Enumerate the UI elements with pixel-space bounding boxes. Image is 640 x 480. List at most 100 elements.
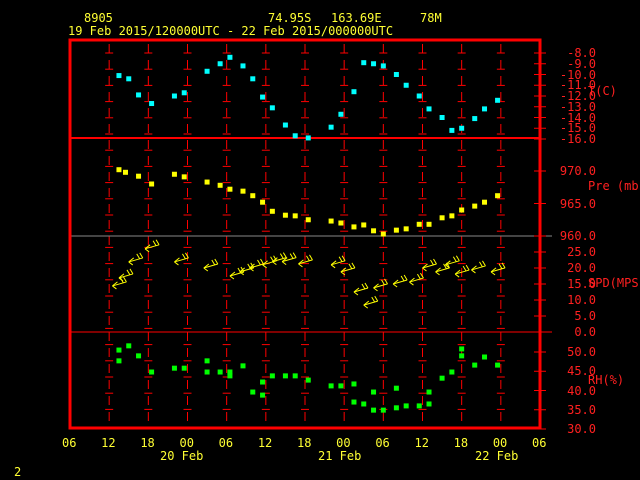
wind-arrow (262, 255, 277, 269)
wind-arrow (392, 274, 408, 288)
x-tick-label: 00 (492, 436, 508, 450)
x-tick-label: 12 (101, 436, 116, 450)
temperature-point (171, 93, 177, 99)
humidity-point (371, 389, 377, 395)
humidity-point (393, 385, 399, 391)
humidity-point (393, 405, 399, 411)
humidity-point (260, 379, 266, 385)
temperature-point (459, 125, 465, 131)
humidity-point (282, 373, 288, 379)
pressure-point (217, 182, 223, 188)
y-tick-label: 35.0 (567, 402, 596, 417)
wind-arrow (128, 252, 144, 266)
y-tick-label: 25.0 (567, 245, 596, 259)
temperature-point (240, 63, 246, 69)
wind-arrow (144, 239, 160, 253)
pressure-point (240, 188, 246, 194)
pressure-point (149, 181, 155, 187)
wind-arrow (490, 262, 506, 276)
pressure-point (351, 224, 357, 230)
humidity-point (371, 407, 377, 413)
pressure-point (472, 203, 478, 209)
wind-arrow (409, 272, 424, 286)
wind-arrow (373, 278, 388, 292)
pressure-point (380, 231, 386, 237)
temperature-point (495, 97, 501, 103)
humidity-point (426, 389, 432, 395)
pressure-point (495, 193, 501, 199)
x-tick-label: 18 (297, 436, 312, 450)
pressure-point (439, 215, 445, 221)
pressure-point (426, 221, 432, 227)
wind-arrow (445, 255, 460, 269)
humidity-point (380, 407, 386, 413)
pressure-point (361, 222, 367, 228)
humidity-point (472, 362, 478, 368)
humidity-point (292, 373, 298, 379)
temperature-point (136, 92, 142, 98)
humidity-point (403, 403, 409, 409)
temperature-point (371, 61, 377, 67)
temperature-point (269, 105, 275, 111)
pressure-point (403, 226, 409, 232)
temperature-point (338, 111, 344, 117)
temperature-point (227, 54, 233, 60)
temperature-point (181, 90, 187, 96)
pressure-point (116, 167, 122, 173)
temperature-point (361, 60, 367, 66)
wind-arrow (118, 268, 134, 282)
x-tick-label: 06 (532, 436, 547, 450)
y-tick-label: 5.0 (574, 309, 596, 323)
wind-arrow (422, 258, 437, 272)
temperature-point (449, 127, 455, 133)
y-tick-label: 0.0 (574, 325, 596, 339)
humidity-point (204, 358, 210, 364)
humidity-point (217, 369, 223, 375)
humidity-point (328, 383, 334, 389)
humidity-point (204, 369, 210, 375)
x-day-label: 20 Feb (160, 449, 204, 463)
y-tick-label: 50.0 (567, 345, 596, 359)
wind-arrow (330, 255, 346, 269)
humidity-point (149, 369, 155, 375)
pressure-point (250, 193, 256, 199)
humidity-point (240, 363, 246, 369)
humidity-point (361, 401, 367, 407)
y-tick-label: 970.0 (559, 164, 596, 178)
wind-arrow (203, 258, 219, 272)
x-tick-label: 06 (218, 436, 234, 450)
pressure-point (122, 169, 128, 175)
temperature-point (204, 68, 210, 74)
y-tick-label: 960.0 (559, 229, 596, 243)
temperature-point (292, 133, 298, 139)
humidity-point (269, 373, 275, 379)
meteogram (68, 38, 552, 430)
humidity-point (126, 343, 132, 349)
y-axis-label: RH(%) (588, 373, 625, 387)
x-tick-label: 06 (375, 436, 390, 450)
pressure-point (393, 227, 399, 233)
pressure-point (292, 213, 298, 219)
pressure-point (227, 186, 233, 192)
x-day-label: 22 Feb (475, 449, 519, 463)
humidity-point (338, 383, 344, 389)
x-tick-label: 00 (336, 436, 351, 450)
wind-arrow (363, 295, 379, 309)
x-tick-label: 12 (414, 436, 429, 450)
x-tick-label: 18 (453, 436, 469, 450)
temperature-point (439, 115, 445, 120)
pressure-point (269, 208, 275, 214)
pressure-point (371, 228, 377, 234)
humidity-point (449, 369, 455, 375)
humidity-point (260, 392, 266, 398)
temperature-point (393, 72, 399, 77)
humidity-point (439, 375, 445, 381)
temperature-point (282, 122, 288, 128)
y-tick-label: 20.0 (567, 261, 596, 275)
temperature-point (116, 73, 122, 79)
temperature-point (403, 82, 409, 88)
x-tick-label: 18 (140, 436, 155, 450)
temperature-point (305, 135, 311, 141)
temperature-point (351, 89, 357, 95)
y-tick-label: 965.0 (559, 196, 596, 211)
